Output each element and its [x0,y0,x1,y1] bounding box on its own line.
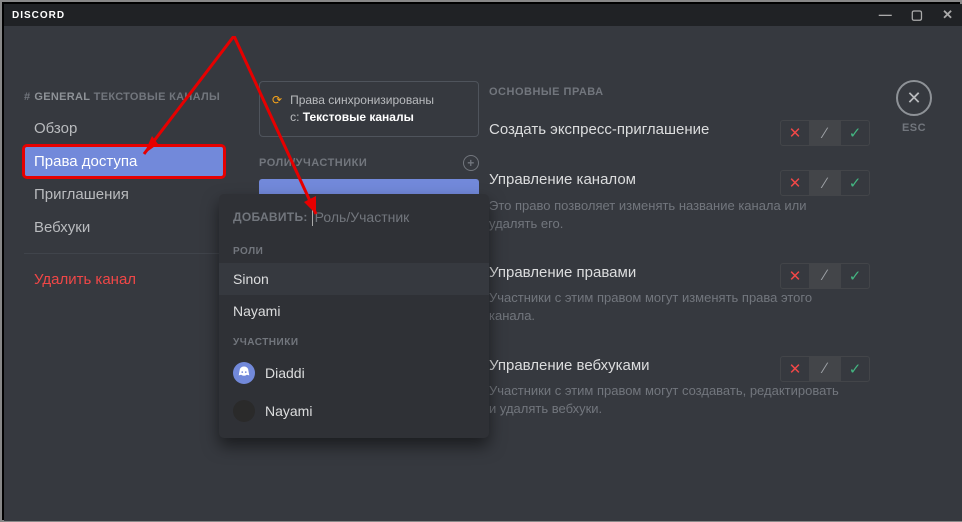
passthrough-icon[interactable]: ∕ [810,263,840,289]
close-settings-button[interactable]: ✕ [896,80,932,116]
nav-webhooks[interactable]: Вебхуки [24,212,224,243]
role-search-input[interactable] [312,208,496,226]
add-role-popup: ДОБАВИТЬ: РОЛИ Sinon Nayami УЧАСТНИКИ Di… [219,194,489,438]
perm-title: Создать экспресс-приглашение [489,120,719,140]
nav-invites[interactable]: Приглашения [24,179,224,210]
nav-permissions[interactable]: Права доступа [24,146,224,177]
allow-icon[interactable]: ✓ [840,120,870,146]
deny-icon[interactable]: ✕ [780,120,810,146]
window-frame: DISCORD — ▢ ✕ #GENERAL ТЕКСТОВЫЕ КАНАЛЫ … [0,0,962,522]
allow-icon[interactable]: ✓ [840,263,870,289]
members-section-label: УЧАСТНИКИ [219,327,489,354]
sync-icon: ⟳ [272,92,282,126]
close-window-button[interactable]: ✕ [942,7,954,23]
minimize-button[interactable]: — [879,7,893,23]
maximize-button[interactable]: ▢ [911,7,924,23]
allow-icon[interactable]: ✓ [840,170,870,196]
passthrough-icon[interactable]: ∕ [810,170,840,196]
avatar [233,362,255,384]
perm-desc: Это право позволяет изменять название ка… [489,197,849,233]
add-label: ДОБАВИТЬ: [233,210,308,224]
deny-icon[interactable]: ✕ [780,170,810,196]
member-option[interactable]: Diaddi [219,354,489,392]
perm-title: Управление каналом [489,170,719,190]
perm-toggle[interactable]: ✕∕✓ [780,170,870,196]
passthrough-icon[interactable]: ∕ [810,356,840,382]
role-option[interactable]: Nayami [219,295,489,327]
perm-title: Управление правами [489,263,719,283]
breadcrumb: #GENERAL ТЕКСТОВЫЕ КАНАЛЫ [24,91,224,103]
add-role-button[interactable]: + [463,155,479,171]
perm-title: Управление вебхуками [489,356,719,376]
role-option[interactable]: Sinon [219,263,489,295]
perm-desc: Участники с этим правом могут создавать,… [489,382,849,418]
allow-icon[interactable]: ✓ [840,356,870,382]
deny-icon[interactable]: ✕ [780,263,810,289]
divider [24,253,224,254]
perms-heading: ОСНОВНЫЕ ПРАВА [489,86,870,98]
sync-status: ⟳ Права синхронизированы с: Текстовые ка… [259,81,479,137]
perm-toggle[interactable]: ✕∕✓ [780,263,870,289]
nav-delete-channel[interactable]: Удалить канал [24,264,224,295]
titlebar: DISCORD — ▢ ✕ [4,4,962,26]
perm-toggle[interactable]: ✕∕✓ [780,356,870,382]
avatar [233,400,255,422]
passthrough-icon[interactable]: ∕ [810,120,840,146]
roles-header: РОЛИ/УЧАСТНИКИ [259,157,367,169]
esc-label: ESC [896,122,932,134]
nav-overview[interactable]: Обзор [24,113,224,144]
app-title: DISCORD [12,10,65,21]
perm-toggle[interactable]: ✕∕✓ [780,120,870,146]
member-option[interactable]: Nayami [219,392,489,430]
perm-desc: Участники с этим правом могут изменять п… [489,289,849,325]
hash-icon: # [24,91,30,103]
roles-section-label: РОЛИ [219,236,489,263]
deny-icon[interactable]: ✕ [780,356,810,382]
